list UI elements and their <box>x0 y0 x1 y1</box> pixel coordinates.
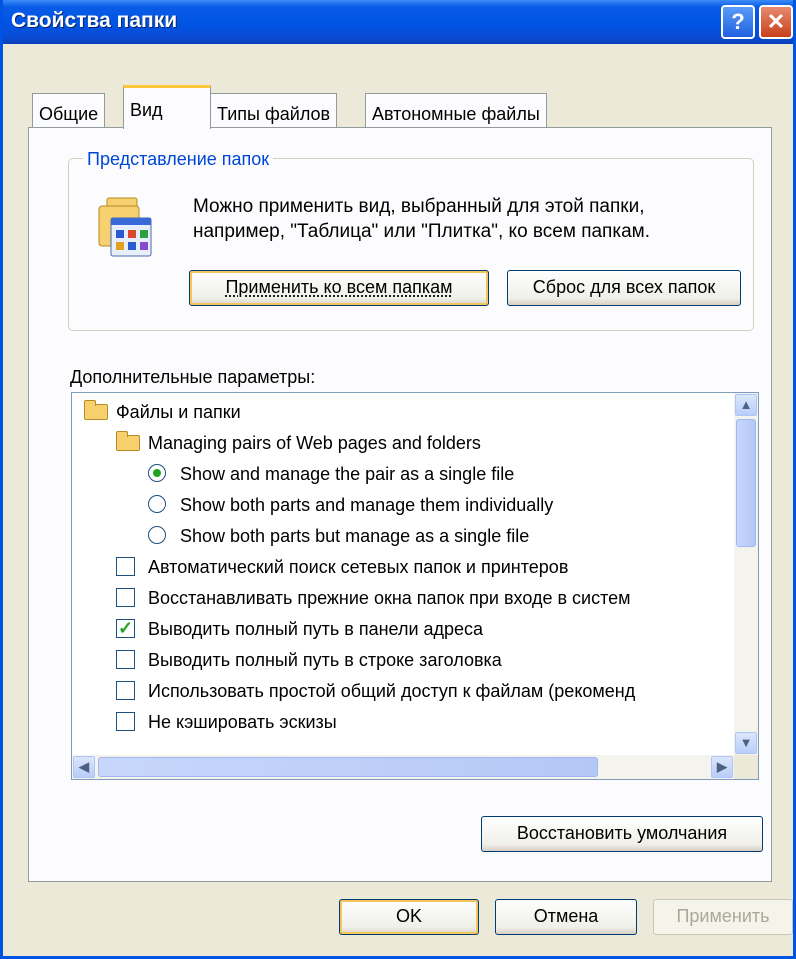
radio-button[interactable] <box>148 495 166 513</box>
horizontal-scroll-thumb[interactable] <box>98 757 598 777</box>
scroll-left-icon[interactable]: ◀ <box>73 756 95 778</box>
folder-options-dialog: Свойства папки ? ✕ Общие Вид Типы файлов… <box>0 0 796 959</box>
checkbox[interactable] <box>116 557 135 576</box>
option-label: Автоматический поиск сетевых папок и при… <box>148 557 569 577</box>
tab-general[interactable]: Общие <box>32 93 106 127</box>
tree-group-item: Файлы и папки <box>72 397 734 427</box>
tab-general-label: Общие <box>39 104 99 124</box>
tree-group-item: Managing pairs of Web pages and folders <box>72 428 734 458</box>
scroll-up-icon[interactable]: ▲ <box>735 394 757 416</box>
option-label: Managing pairs of Web pages and folders <box>148 433 481 453</box>
cancel-label: Отмена <box>533 906 599 926</box>
description-line-2: например, "Таблица" или "Плитка", ко все… <box>193 221 650 242</box>
checkbox-option-item[interactable]: ✓ Выводить полный путь в панели адреса <box>72 614 734 644</box>
horizontal-scrollbar[interactable]: ◀ ▶ <box>72 755 734 779</box>
option-label: Show and manage the pair as a single fil… <box>180 464 515 484</box>
vertical-scroll-thumb[interactable] <box>736 419 756 547</box>
radio-option-item[interactable]: Show both parts and manage them individu… <box>72 490 734 520</box>
checkbox[interactable] <box>116 712 135 731</box>
checkbox-option-item[interactable]: Не кэшировать эскизы <box>72 707 734 737</box>
option-label: Восстанавливать прежние окна папок при в… <box>148 588 631 608</box>
apply-to-all-folders-label: Применить ко всем папкам <box>225 277 453 297</box>
checkbox-option-item[interactable]: Автоматический поиск сетевых папок и при… <box>72 552 734 582</box>
option-label: Выводить полный путь в строке заголовка <box>148 650 502 670</box>
tab-view-label: Вид <box>130 100 163 120</box>
apply-to-all-folders-button[interactable]: Применить ко всем папкам <box>189 270 489 306</box>
radio-option-item[interactable]: Show both parts but manage as a single f… <box>72 521 734 551</box>
folder-views-description: Можно применить вид, выбранный для этой … <box>193 194 650 244</box>
radio-button[interactable] <box>148 464 166 482</box>
option-label: Выводить полный путь в панели адреса <box>148 619 484 639</box>
restore-defaults-label: Восстановить умолчания <box>516 823 728 843</box>
folder-views-legend: Представление папок <box>83 149 274 170</box>
option-label: Использовать простой общий доступ к файл… <box>148 681 636 701</box>
checkbox[interactable]: ✓ <box>116 619 135 638</box>
folder-icon <box>84 400 108 420</box>
tab-view[interactable]: Вид <box>123 85 211 129</box>
option-label: Show both parts but manage as a single f… <box>180 526 530 546</box>
radio-button[interactable] <box>148 526 166 544</box>
option-label: Не кэшировать эскизы <box>148 712 337 732</box>
radio-option-item[interactable]: Show and manage the pair as a single fil… <box>72 459 734 489</box>
apply-button[interactable]: Применить <box>653 899 793 935</box>
tab-file-types-label: Типы файлов <box>217 104 331 124</box>
tab-offline-files-label: Автономные файлы <box>372 104 540 124</box>
scroll-down-icon[interactable]: ▼ <box>735 732 757 754</box>
vertical-scrollbar[interactable]: ▲ ▼ <box>734 393 758 755</box>
close-icon[interactable]: ✕ <box>759 5 793 39</box>
title-bar[interactable]: Свойства папки ? ✕ <box>3 0 793 44</box>
checkbox[interactable] <box>116 588 135 607</box>
scrollbar-corner <box>734 755 758 779</box>
description-line-1: Можно применить вид, выбранный для этой … <box>193 196 645 217</box>
reset-all-folders-label: Сброс для всех папок <box>532 277 716 297</box>
checkbox-option-item[interactable]: Выводить полный путь в строке заголовка <box>72 645 734 675</box>
tab-offline-files[interactable]: Автономные файлы <box>365 93 547 127</box>
option-label: Файлы и папки <box>116 402 241 422</box>
reset-all-folders-button[interactable]: Сброс для всех папок <box>507 270 741 306</box>
advanced-settings-label: Дополнительные параметры: <box>70 367 316 387</box>
checkbox[interactable] <box>116 681 135 700</box>
ok-label: OK <box>395 906 422 926</box>
checkbox-option-item[interactable]: Восстанавливать прежние окна папок при в… <box>72 583 734 613</box>
scroll-right-icon[interactable]: ▶ <box>711 756 733 778</box>
checkbox[interactable] <box>116 650 135 669</box>
ok-button[interactable]: OK <box>339 899 479 935</box>
advanced-settings-list[interactable]: Файлы и папки Managing pairs of Web pages… <box>71 392 759 780</box>
folder-view-icon <box>97 196 155 258</box>
tab-file-types[interactable]: Типы файлов <box>210 93 338 127</box>
help-icon[interactable]: ? <box>721 5 755 39</box>
apply-label: Применить <box>676 906 770 926</box>
restore-defaults-button[interactable]: Восстановить умолчания <box>481 816 763 852</box>
window-title: Свойства папки <box>11 9 178 32</box>
cancel-button[interactable]: Отмена <box>495 899 637 935</box>
folder-icon <box>116 431 140 451</box>
option-label: Show both parts and manage them individu… <box>180 495 554 515</box>
checkbox-option-item[interactable]: Использовать простой общий доступ к файл… <box>72 676 734 706</box>
